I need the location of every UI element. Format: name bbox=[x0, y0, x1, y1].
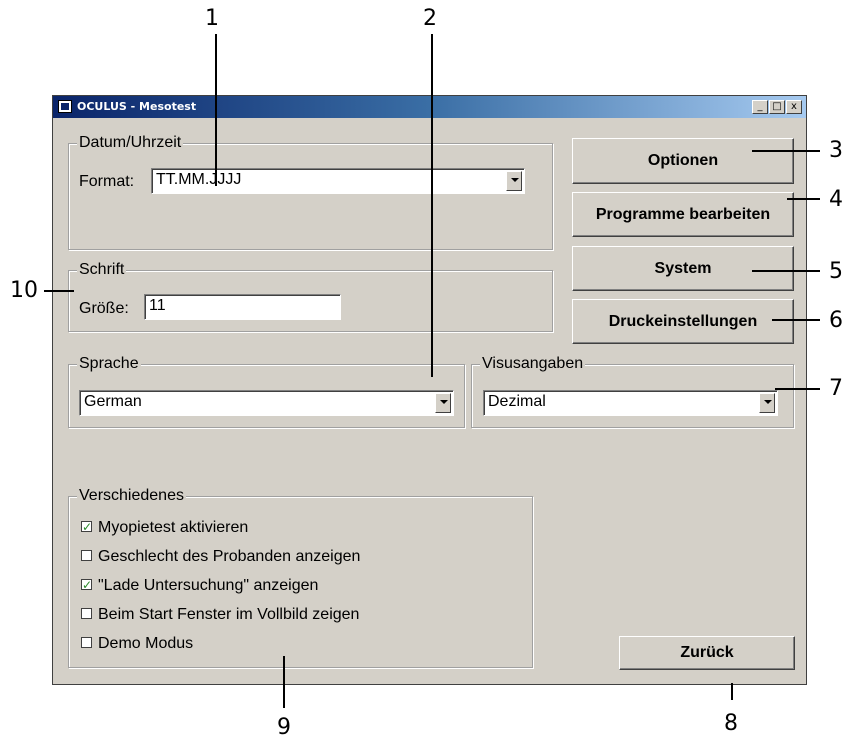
callout-line-6 bbox=[772, 319, 820, 321]
callout-line-7 bbox=[775, 388, 820, 390]
size-input[interactable]: 11 bbox=[144, 294, 341, 320]
minimize-button[interactable]: _ bbox=[752, 100, 768, 114]
callout-line-5 bbox=[752, 270, 820, 272]
checkbox[interactable] bbox=[81, 550, 92, 562]
druckeinstellungen-button[interactable]: Druckeinstellungen bbox=[572, 299, 794, 344]
callout-8: 8 bbox=[724, 711, 738, 736]
callout-10: 10 bbox=[10, 278, 38, 303]
callout-9: 9 bbox=[277, 715, 291, 740]
group-title: Datum/Uhrzeit bbox=[77, 134, 184, 152]
callout-line-8 bbox=[731, 683, 733, 700]
callout-line-3 bbox=[752, 150, 820, 152]
vollbild-checkbox-row[interactable]: Beim Start Fenster im Vollbild zeigen bbox=[81, 606, 359, 624]
checkbox-label: Demo Modus bbox=[98, 635, 194, 652]
checkbox-label: Myopietest aktivieren bbox=[98, 519, 249, 536]
datum-uhrzeit-group: Datum/Uhrzeit Format: TT.MM.JJJJ bbox=[68, 134, 553, 250]
format-dropdown[interactable]: TT.MM.JJJJ bbox=[151, 168, 525, 194]
chevron-down-icon[interactable] bbox=[506, 171, 522, 191]
close-button[interactable]: x bbox=[786, 100, 802, 114]
callout-line-1 bbox=[215, 34, 217, 186]
callout-4: 4 bbox=[829, 187, 843, 212]
callout-6: 6 bbox=[829, 308, 843, 333]
group-title: Sprache bbox=[77, 355, 141, 373]
callout-5: 5 bbox=[829, 259, 843, 284]
callout-line-2 bbox=[431, 34, 433, 377]
group-title: Schrift bbox=[77, 261, 127, 279]
checkbox-checked[interactable] bbox=[81, 576, 92, 594]
format-label: Format: bbox=[79, 173, 135, 190]
lade-untersuchung-checkbox-row[interactable]: "Lade Untersuchung" anzeigen bbox=[81, 576, 319, 595]
window-title: OCULUS - Mesotest bbox=[77, 100, 197, 113]
checkbox[interactable] bbox=[81, 637, 92, 649]
callout-line-4 bbox=[787, 198, 820, 200]
checkbox-label: "Lade Untersuchung" anzeigen bbox=[98, 577, 319, 594]
verschiedenes-group: Verschiedenes Myopietest aktivieren Gesc… bbox=[68, 487, 533, 668]
chevron-down-icon[interactable] bbox=[435, 393, 451, 413]
sprache-group: Sprache German bbox=[68, 355, 465, 428]
callout-1: 1 bbox=[205, 6, 219, 31]
app-icon bbox=[58, 100, 72, 113]
geschlecht-checkbox-row[interactable]: Geschlecht des Probanden anzeigen bbox=[81, 548, 360, 566]
callout-3: 3 bbox=[829, 138, 843, 163]
language-value: German bbox=[84, 393, 142, 410]
visus-group: Visusangaben Dezimal bbox=[471, 355, 794, 428]
size-label: Größe: bbox=[79, 300, 129, 317]
group-title: Verschiedenes bbox=[77, 487, 186, 505]
app-window: OCULUS - Mesotest _ □ x Datum/Uhrzeit Fo… bbox=[52, 95, 807, 685]
checkbox-label: Beim Start Fenster im Vollbild zeigen bbox=[98, 606, 360, 623]
demo-modus-checkbox-row[interactable]: Demo Modus bbox=[81, 635, 193, 653]
checkbox-label: Geschlecht des Probanden anzeigen bbox=[98, 548, 361, 565]
callout-7: 7 bbox=[829, 376, 843, 401]
title-bar[interactable]: OCULUS - Mesotest _ □ x bbox=[53, 96, 806, 118]
checkbox[interactable] bbox=[81, 608, 92, 620]
system-button[interactable]: System bbox=[572, 246, 794, 291]
schrift-group: Schrift Größe: 11 bbox=[68, 261, 553, 332]
programme-bearbeiten-button[interactable]: Programme bearbeiten bbox=[572, 192, 794, 237]
chevron-down-icon[interactable] bbox=[759, 393, 775, 413]
format-value: TT.MM.JJJJ bbox=[156, 171, 242, 188]
maximize-button[interactable]: □ bbox=[769, 100, 785, 114]
visus-dropdown[interactable]: Dezimal bbox=[483, 390, 778, 416]
myopietest-checkbox-row[interactable]: Myopietest aktivieren bbox=[81, 518, 249, 537]
optionen-button[interactable]: Optionen bbox=[572, 138, 794, 184]
checkbox-checked[interactable] bbox=[81, 518, 92, 536]
callout-line-9 bbox=[283, 656, 285, 708]
callout-line-10 bbox=[44, 290, 74, 292]
visus-value: Dezimal bbox=[488, 393, 546, 410]
callout-2: 2 bbox=[423, 6, 437, 31]
language-dropdown[interactable]: German bbox=[79, 390, 454, 416]
zurueck-button[interactable]: Zurück bbox=[619, 636, 795, 670]
group-title: Visusangaben bbox=[480, 355, 586, 373]
